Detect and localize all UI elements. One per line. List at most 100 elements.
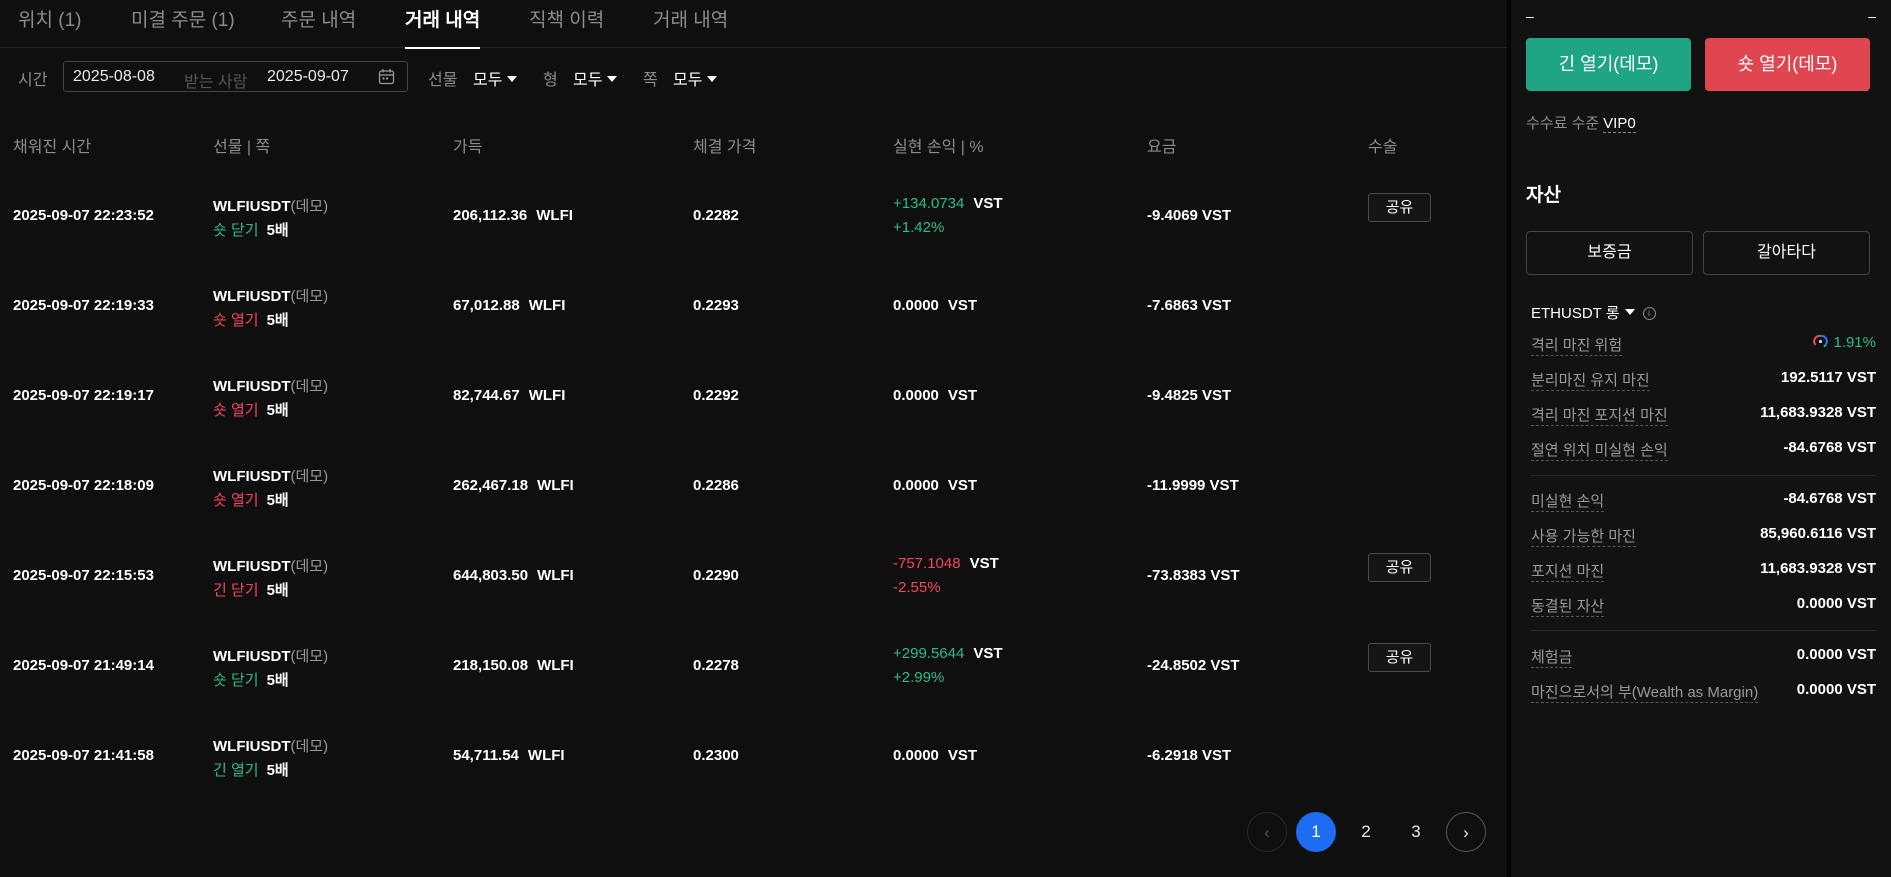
- risk-gauge-icon: [1813, 334, 1829, 348]
- section-divider: [1531, 630, 1876, 631]
- trade-side: 긴 닫기 5배: [213, 579, 289, 600]
- calendar-icon[interactable]: [378, 68, 395, 85]
- symbol-name: WLFIUSDT: [213, 288, 291, 305]
- qty-unit: WLFI: [537, 477, 574, 494]
- caret-down-icon: [607, 75, 618, 82]
- time-filter-label: 시간: [18, 72, 48, 89]
- share-button[interactable]: 공유: [1368, 193, 1431, 222]
- date-to-input[interactable]: 2025-09-07: [267, 68, 349, 86]
- tab-trade-history[interactable]: 거래 내역: [405, 0, 481, 49]
- margin-detail-row: 체험금 0.0000 VST: [1531, 646, 1876, 668]
- filled-qty: 218,150.08 WLFI: [453, 657, 574, 674]
- detail-label[interactable]: 사용 가능한 마진: [1531, 525, 1636, 547]
- realized-pnl: 0.0000 VST: [893, 297, 977, 314]
- detail-value: 11,683.9328 VST: [1760, 560, 1876, 577]
- detail-value: 192.5117 VST: [1780, 369, 1876, 386]
- symbol-name: WLFIUSDT: [213, 648, 291, 665]
- date-range-picker[interactable]: 2025-08-08 받는 사람 2025-09-07: [63, 61, 408, 92]
- page-1-button[interactable]: 1: [1296, 812, 1336, 852]
- fee: -24.8502 VST: [1147, 657, 1240, 674]
- qty-value: 82,744.67: [453, 387, 520, 404]
- trade-side: 숏 열기 5배: [213, 489, 289, 510]
- leverage: 5배: [266, 762, 289, 779]
- qty-unit: WLFI: [537, 657, 574, 674]
- column-header-action: 수술: [1368, 139, 1398, 156]
- column-header-filled-qty: 가득: [453, 139, 483, 156]
- table-row: 2025-09-07 21:49:14 WLFIUSDT(데모) 숏 닫기 5배 218…: [0, 619, 1507, 709]
- side-label: 숏 열기: [213, 492, 259, 509]
- pnl-value: +134.0734: [893, 195, 965, 212]
- fill-price: 0.2300: [693, 747, 739, 764]
- dash-left: –: [1526, 8, 1534, 24]
- margin-detail-row: 포지션 마진 11,683.9328 VST: [1531, 560, 1876, 582]
- fill-price: 0.2293: [693, 297, 739, 314]
- pnl-unit: VST: [973, 195, 1003, 212]
- margin-detail-row: 마진으로서의 부(Wealth as Margin) 0.0000 VST: [1531, 681, 1876, 703]
- share-button[interactable]: 공유: [1368, 643, 1431, 672]
- transfer-button[interactable]: 갈아타다: [1703, 231, 1870, 275]
- fill-price: 0.2282: [693, 207, 739, 224]
- demo-tag: (데모): [290, 738, 329, 755]
- fee-level-value[interactable]: VIP0: [1603, 115, 1636, 133]
- trade-side: 숏 열기 5배: [213, 399, 289, 420]
- side-label: 숏 닫기: [213, 672, 259, 689]
- pnl-unit: VST: [947, 477, 978, 494]
- detail-label[interactable]: 마진으로서의 부(Wealth as Margin): [1531, 681, 1759, 703]
- margin-detail-row: 사용 가능한 마진 85,960.6116 VST: [1531, 525, 1876, 547]
- next-page-button[interactable]: ›: [1446, 812, 1486, 852]
- column-header-futures-side: 선물 | 쪽: [213, 139, 271, 156]
- tab-position-history[interactable]: 직책 이력: [529, 0, 604, 48]
- futures-filter-dropdown[interactable]: 모두: [473, 66, 518, 90]
- detail-label[interactable]: 체험금: [1531, 646, 1573, 668]
- detail-label[interactable]: 포지션 마진: [1531, 560, 1605, 582]
- column-header-fee: 요금: [1147, 139, 1177, 156]
- pnl-unit: VST: [969, 555, 999, 572]
- filled-qty: 82,744.67 WLFI: [453, 387, 565, 404]
- symbol: WLFIUSDT(데모): [213, 375, 328, 396]
- pnl-value: 0.0000: [893, 297, 939, 314]
- open-short-button[interactable]: 숏 열기(데모): [1705, 38, 1870, 91]
- leverage: 5배: [266, 492, 289, 509]
- detail-label[interactable]: 격리 마진 포지션 마진: [1531, 404, 1668, 426]
- pnl-value: +299.5644: [893, 645, 965, 662]
- margin-detail-row: 동결된 자산 0.0000 VST: [1531, 595, 1876, 617]
- tab-bar: 위치 (1) 미결 주문 (1) 주문 내역 거래 내역 직책 이력 거래 내역: [0, 0, 1507, 49]
- share-button[interactable]: 공유: [1368, 553, 1431, 582]
- symbol-name: WLFIUSDT: [213, 378, 291, 395]
- tab-open-orders[interactable]: 미결 주문 (1): [131, 0, 235, 48]
- page-3-button[interactable]: 3: [1396, 812, 1436, 852]
- demo-tag: (데모): [290, 648, 329, 665]
- realized-pnl: 0.0000 VST: [893, 477, 977, 494]
- pnl-unit: VST: [947, 297, 978, 314]
- deposit-button[interactable]: 보증금: [1526, 231, 1693, 275]
- tab-order-history[interactable]: 주문 내역: [281, 0, 356, 48]
- leverage: 5배: [266, 312, 289, 329]
- tab-positions[interactable]: 위치 (1): [18, 0, 81, 48]
- position-symbol-selector[interactable]: ETHUSDT 롱 i: [1531, 302, 1656, 323]
- detail-value: 0.0000 VST: [1796, 681, 1876, 698]
- dash-right: –: [1868, 8, 1876, 24]
- table-row: 2025-09-07 22:19:33 WLFIUSDT(데모) 숏 열기 5배 67,…: [0, 259, 1507, 349]
- type-filter-dropdown[interactable]: 모두: [573, 66, 618, 90]
- open-long-button[interactable]: 긴 열기(데모): [1526, 38, 1691, 91]
- page-2-button[interactable]: 2: [1346, 812, 1386, 852]
- tab-transaction-history[interactable]: 거래 내역: [653, 0, 728, 48]
- pnl-unit: VST: [947, 747, 978, 764]
- detail-value: 11,683.9328 VST: [1760, 404, 1876, 421]
- date-from-input[interactable]: 2025-08-08: [73, 68, 155, 86]
- symbol-name: WLFIUSDT: [213, 198, 291, 215]
- detail-label[interactable]: 미실현 손익: [1531, 490, 1605, 512]
- detail-label[interactable]: 절연 위치 미실현 손익: [1531, 439, 1668, 461]
- detail-label[interactable]: 분리마진 유지 마진: [1531, 369, 1650, 391]
- prev-page-button[interactable]: ‹: [1247, 812, 1287, 852]
- symbol: WLFIUSDT(데모): [213, 555, 328, 576]
- side-filter-value: 모두: [673, 72, 703, 89]
- qty-unit: WLFI: [528, 387, 566, 404]
- info-icon[interactable]: i: [1642, 306, 1656, 320]
- demo-tag: (데모): [290, 288, 329, 305]
- fill-price: 0.2286: [693, 477, 739, 494]
- side-filter-dropdown[interactable]: 모두: [673, 66, 718, 90]
- detail-label[interactable]: 동결된 자산: [1531, 595, 1605, 617]
- detail-label[interactable]: 격리 마진 위험: [1531, 334, 1623, 356]
- trade-side: 숏 열기 5배: [213, 309, 289, 330]
